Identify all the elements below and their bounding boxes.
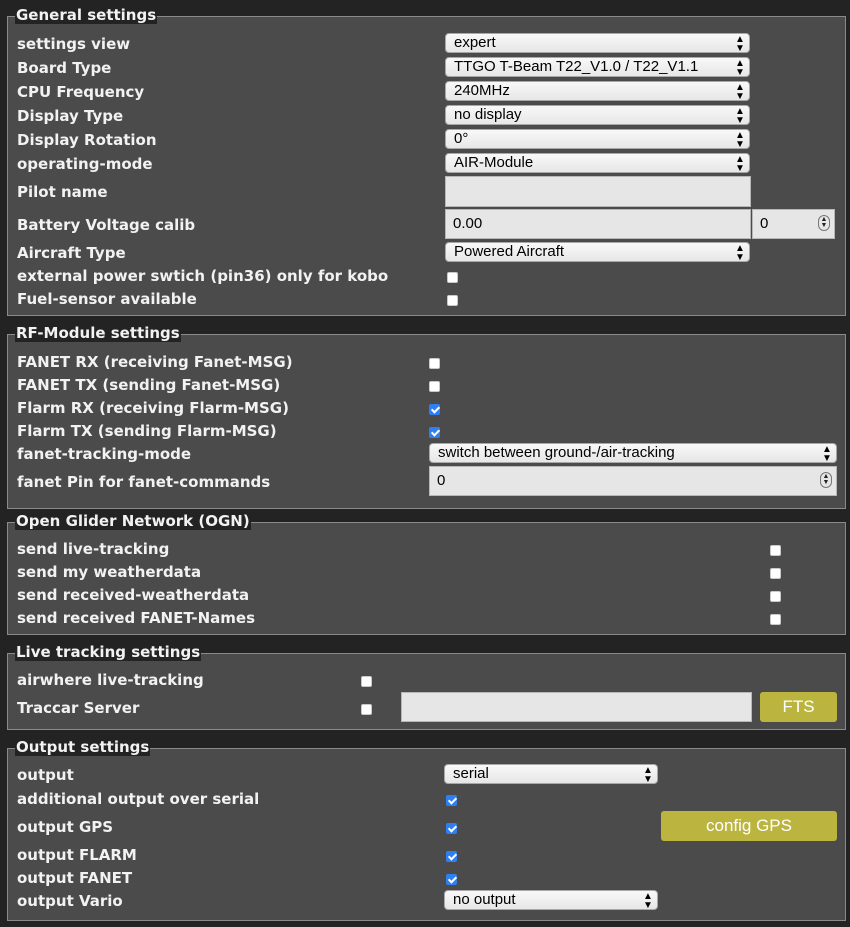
flarm-rx-label: Flarm RX (receiving Flarm-MSG) xyxy=(17,399,289,417)
settings-view-value: expert xyxy=(454,34,496,51)
fanet-pin-input[interactable]: 0 ▲ ▼ xyxy=(429,466,837,496)
settings-view-select[interactable]: expert ▲ ▼ xyxy=(445,33,750,53)
select-arrows-icon: ▲ ▼ xyxy=(735,106,745,125)
fanet-pin-label: fanet Pin for fanet-commands xyxy=(17,473,271,491)
spinner-icon[interactable]: ▲ ▼ xyxy=(818,215,830,231)
select-arrows-icon: ▲ ▼ xyxy=(735,34,745,53)
config-gps-button[interactable]: config GPS xyxy=(661,811,837,841)
traccar-checkbox[interactable] xyxy=(361,704,372,715)
cpu-frequency-label: CPU Frequency xyxy=(17,83,145,101)
flarm-tx-label: Flarm TX (sending Flarm-MSG) xyxy=(17,422,277,440)
display-rotation-value: 0° xyxy=(454,130,469,147)
board-type-value: TTGO T-Beam T22_V1.0 / T22_V1.1 xyxy=(454,58,699,75)
fuel-sensor-checkbox[interactable] xyxy=(447,295,458,306)
send-live-tracking-label: send live-tracking xyxy=(17,540,170,558)
output-select[interactable]: serial ▲ ▼ xyxy=(444,764,658,784)
rf-module-legend: RF-Module settings xyxy=(15,324,181,342)
send-weatherdata-checkbox[interactable] xyxy=(770,568,781,579)
battery-voltage-offset-input[interactable]: 0 ▲ ▼ xyxy=(752,209,835,239)
output-fanet-checkbox[interactable] xyxy=(446,874,457,885)
display-type-value: no display xyxy=(454,106,522,123)
settings-view-label: settings view xyxy=(17,35,131,53)
fanet-tracking-mode-select[interactable]: switch between ground-/air-tracking ▲ ▼ xyxy=(429,443,837,463)
send-fanet-names-checkbox[interactable] xyxy=(770,614,781,625)
display-type-label: Display Type xyxy=(17,107,124,125)
operating-mode-label: operating-mode xyxy=(17,155,153,173)
send-received-weatherdata-label: send received-weatherdata xyxy=(17,586,250,604)
output-gps-checkbox[interactable] xyxy=(446,823,457,834)
additional-serial-checkbox[interactable] xyxy=(446,795,457,806)
general-settings-section: General settings settings view expert ▲ ▼… xyxy=(7,7,846,316)
cpu-frequency-value: 240MHz xyxy=(454,82,510,99)
output-flarm-label: output FLARM xyxy=(17,846,137,864)
spinner-icon[interactable]: ▲ ▼ xyxy=(820,472,832,488)
send-fanet-names-label: send received FANET-Names xyxy=(17,609,256,627)
output-settings-section: Output settings output serial ▲ ▼ additio… xyxy=(7,739,846,921)
fanet-tx-label: FANET TX (sending Fanet-MSG) xyxy=(17,376,281,394)
select-arrows-icon: ▲ ▼ xyxy=(735,130,745,149)
battery-voltage-calib-label: Battery Voltage calib xyxy=(17,216,196,234)
output-gps-label: output GPS xyxy=(17,818,114,836)
output-vario-value: no output xyxy=(453,891,516,908)
aircraft-type-select[interactable]: Powered Aircraft ▲ ▼ xyxy=(445,242,750,262)
live-tracking-section: Live tracking settings airwhere live-tra… xyxy=(7,644,846,730)
pilot-name-label: Pilot name xyxy=(17,183,108,201)
cpu-frequency-select[interactable]: 240MHz ▲ ▼ xyxy=(445,81,750,101)
board-type-select[interactable]: TTGO T-Beam T22_V1.0 / T22_V1.1 ▲ ▼ xyxy=(445,57,750,77)
output-fanet-label: output FANET xyxy=(17,869,133,887)
battery-voltage-calib-input[interactable]: 0.00 xyxy=(445,209,751,239)
pilot-name-input[interactable] xyxy=(445,176,751,207)
external-power-switch-checkbox[interactable] xyxy=(447,272,458,283)
display-rotation-label: Display Rotation xyxy=(17,131,157,149)
ogn-legend: Open Glider Network (OGN) xyxy=(15,512,251,530)
airwhere-label: airwhere live-tracking xyxy=(17,671,204,689)
output-vario-select[interactable]: no output ▲ ▼ xyxy=(444,890,658,910)
traccar-label: Traccar Server xyxy=(17,699,140,717)
fanet-tracking-mode-value: switch between ground-/air-tracking xyxy=(438,444,675,461)
select-arrows-icon: ▲ ▼ xyxy=(643,891,653,910)
additional-serial-label: additional output over serial xyxy=(17,790,260,808)
select-arrows-icon: ▲ ▼ xyxy=(735,82,745,101)
battery-voltage-offset-value: 0 xyxy=(760,215,769,232)
fanet-pin-value: 0 xyxy=(437,472,446,489)
flarm-tx-checkbox[interactable] xyxy=(429,427,440,438)
output-value: serial xyxy=(453,765,489,782)
flarm-rx-checkbox[interactable] xyxy=(429,404,440,415)
send-live-tracking-checkbox[interactable] xyxy=(770,545,781,556)
fanet-tracking-mode-label: fanet-tracking-mode xyxy=(17,445,192,463)
display-type-select[interactable]: no display ▲ ▼ xyxy=(445,105,750,125)
output-flarm-checkbox[interactable] xyxy=(446,851,457,862)
fts-button[interactable]: FTS xyxy=(760,692,837,722)
general-settings-legend: General settings xyxy=(15,6,158,24)
output-vario-label: output Vario xyxy=(17,892,123,910)
fuel-sensor-label: Fuel-sensor available xyxy=(17,290,197,308)
select-arrows-icon: ▲ ▼ xyxy=(822,444,832,463)
ogn-section: Open Glider Network (OGN) send live-trac… xyxy=(7,513,846,635)
fanet-rx-label: FANET RX (receiving Fanet-MSG) xyxy=(17,353,293,371)
operating-mode-select[interactable]: AIR-Module ▲ ▼ xyxy=(445,153,750,173)
display-rotation-select[interactable]: 0° ▲ ▼ xyxy=(445,129,750,149)
live-tracking-legend: Live tracking settings xyxy=(15,643,202,661)
select-arrows-icon: ▲ ▼ xyxy=(735,243,745,262)
send-weatherdata-label: send my weatherdata xyxy=(17,563,202,581)
send-received-weatherdata-checkbox[interactable] xyxy=(770,591,781,602)
airwhere-checkbox[interactable] xyxy=(361,676,372,687)
board-type-label: Board Type xyxy=(17,59,112,77)
output-label: output xyxy=(17,766,74,784)
select-arrows-icon: ▲ ▼ xyxy=(643,765,653,784)
operating-mode-value: AIR-Module xyxy=(454,154,534,171)
external-power-switch-label: external power swtich (pin36) only for k… xyxy=(17,267,389,285)
select-arrows-icon: ▲ ▼ xyxy=(735,58,745,77)
aircraft-type-label: Aircraft Type xyxy=(17,244,126,262)
fanet-tx-checkbox[interactable] xyxy=(429,381,440,392)
output-legend: Output settings xyxy=(15,738,151,756)
rf-module-settings-section: RF-Module settings FANET RX (receiving F… xyxy=(7,325,846,509)
aircraft-type-value: Powered Aircraft xyxy=(454,243,565,260)
traccar-server-input[interactable] xyxy=(401,692,752,722)
select-arrows-icon: ▲ ▼ xyxy=(735,154,745,173)
fanet-rx-checkbox[interactable] xyxy=(429,358,440,369)
